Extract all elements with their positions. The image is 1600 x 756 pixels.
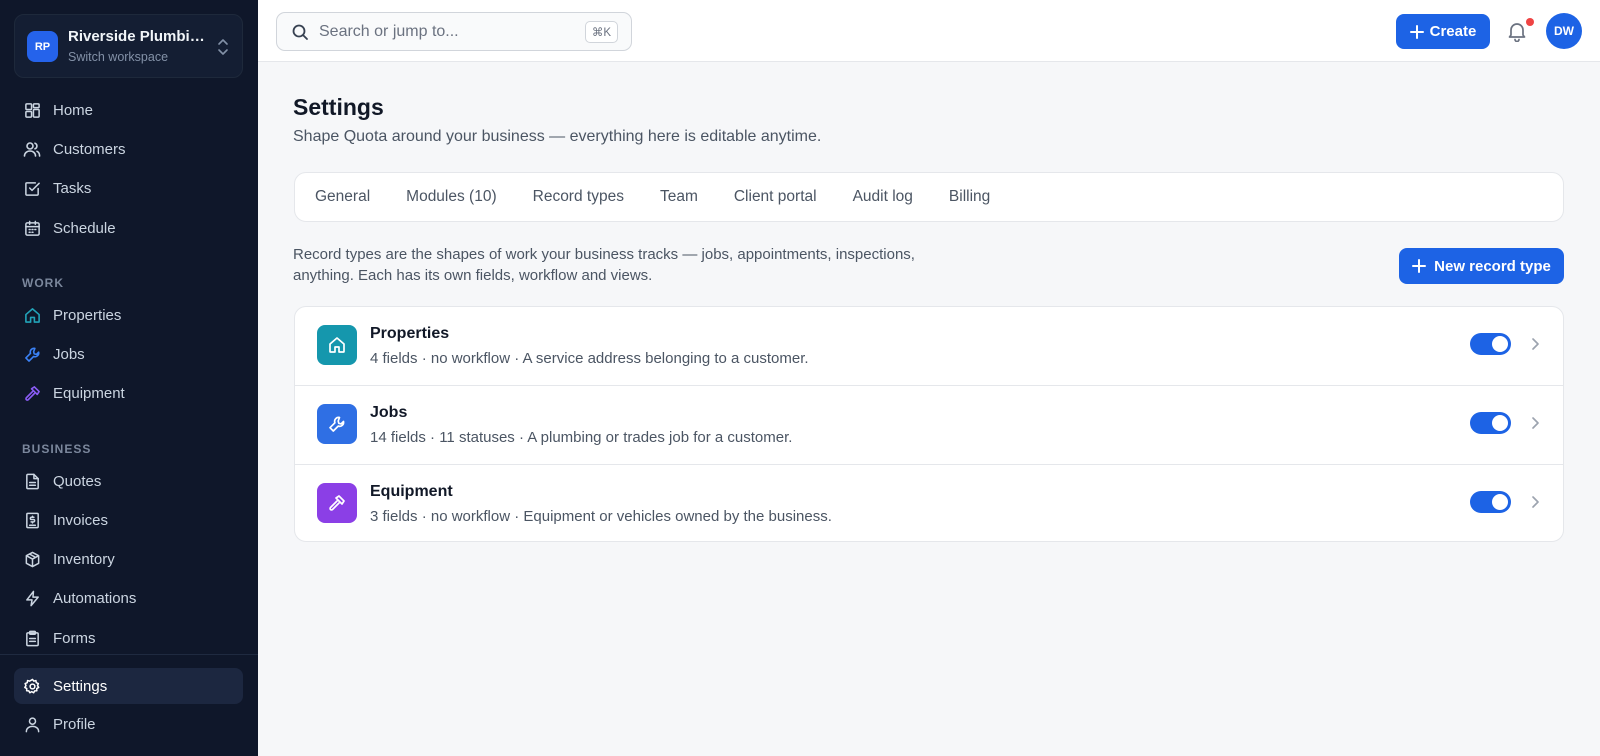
hammer-icon — [317, 483, 357, 523]
record-type-row-properties[interactable]: Properties 4 fields · no workflow · A se… — [295, 307, 1563, 385]
sidebar-item-automations[interactable]: Automations — [14, 580, 243, 616]
record-type-toggle[interactable] — [1470, 412, 1511, 434]
bell-icon[interactable] — [1506, 20, 1528, 42]
workspace-subtitle: Switch workspace — [68, 50, 169, 64]
chevron-right-icon[interactable] — [1528, 337, 1542, 351]
lightning-icon — [23, 589, 41, 607]
tab-billing[interactable]: Billing — [949, 188, 990, 206]
chevron-right-icon[interactable] — [1528, 416, 1542, 430]
sidebar-item-invoices[interactable]: Invoices — [14, 502, 243, 538]
gear-icon — [23, 677, 41, 695]
plus-icon — [1412, 259, 1427, 273]
sidebar-item-profile[interactable]: Profile — [14, 706, 243, 742]
settings-tabs: General Modules (10) Record types Team C… — [294, 172, 1564, 222]
toggle-knob — [1492, 415, 1508, 431]
avatar[interactable]: DW — [1546, 13, 1582, 49]
sidebar-item-label: Profile — [53, 715, 96, 733]
clipboard-icon — [23, 629, 41, 647]
record-type-description: 4 fields · no workflow · A service addre… — [370, 350, 809, 367]
invoice-icon — [23, 511, 41, 529]
sidebar-item-schedule[interactable]: Schedule — [14, 210, 243, 246]
chevron-up-down-icon — [218, 39, 228, 55]
sidebar-item-label: Schedule — [53, 219, 116, 237]
document-icon — [23, 472, 41, 490]
sidebar-item-label: Jobs — [53, 345, 85, 363]
sidebar-item-label: Tasks — [53, 179, 92, 197]
sidebar-item-label: Automations — [53, 589, 137, 607]
record-type-description: 3 fields · no workflow · Equipment or ve… — [370, 508, 832, 525]
check-square-icon — [23, 179, 41, 197]
search-icon — [292, 24, 308, 40]
toggle-knob — [1492, 336, 1508, 352]
sidebar-item-forms[interactable]: Forms — [14, 620, 243, 656]
workspace-switcher[interactable]: RP Riverside Plumbing Co. Switch workspa… — [14, 14, 243, 78]
page-title: Settings — [293, 94, 384, 120]
record-types-intro: Record types are the shapes of work your… — [293, 246, 915, 284]
tab-audit-log[interactable]: Audit log — [853, 188, 913, 206]
hammer-icon — [23, 384, 41, 402]
create-button-label: Create — [1429, 23, 1477, 40]
record-type-name: Equipment — [370, 483, 453, 500]
record-type-row-jobs[interactable]: Jobs 14 fields · 11 statuses · A plumbin… — [295, 385, 1563, 463]
notification-dot — [1526, 18, 1534, 26]
workspace-badge: RP — [27, 31, 58, 62]
toggle-knob — [1492, 494, 1508, 510]
sidebar-item-properties[interactable]: Properties — [14, 297, 243, 333]
sidebar-item-label: Customers — [53, 140, 126, 158]
sidebar-divider — [0, 654, 258, 655]
top-bar: Search or jump to... ⌘K Create DW — [258, 0, 1600, 62]
sidebar-item-home[interactable]: Home — [14, 92, 243, 128]
sidebar-item-quotes[interactable]: Quotes — [14, 463, 243, 499]
page-subtitle: Shape Quota around your business — every… — [293, 128, 822, 145]
record-type-row-equipment[interactable]: Equipment 3 fields · no workflow · Equip… — [295, 464, 1563, 541]
search-input[interactable]: Search or jump to... ⌘K — [276, 12, 632, 51]
user-icon — [23, 715, 41, 733]
house-icon — [23, 306, 41, 324]
sidebar-item-tasks[interactable]: Tasks — [14, 170, 243, 206]
search-placeholder: Search or jump to... — [319, 22, 459, 40]
keyboard-shortcut-badge: ⌘K — [584, 20, 618, 43]
wrench-icon — [23, 345, 41, 363]
sidebar-item-jobs[interactable]: Jobs — [14, 336, 243, 372]
wrench-icon — [317, 404, 357, 444]
box-icon — [23, 550, 41, 568]
sidebar-section-work: WORK — [22, 276, 64, 290]
sidebar-item-settings[interactable]: Settings — [14, 668, 243, 704]
sidebar-item-label: Invoices — [53, 511, 109, 529]
sidebar-item-label: Quotes — [53, 472, 102, 490]
new-record-type-button[interactable]: New record type — [1399, 248, 1564, 284]
record-type-toggle[interactable] — [1470, 491, 1511, 513]
record-type-toggle[interactable] — [1470, 333, 1511, 355]
record-types-list: Properties 4 fields · no workflow · A se… — [294, 306, 1564, 542]
calendar-icon — [23, 219, 41, 237]
sidebar-section-business: BUSINESS — [22, 442, 92, 456]
create-button[interactable]: Create — [1396, 14, 1490, 49]
tab-client-portal[interactable]: Client portal — [734, 188, 817, 206]
new-record-type-label: New record type — [1434, 257, 1551, 275]
tab-record-types[interactable]: Record types — [533, 188, 624, 206]
users-icon — [23, 140, 41, 158]
sidebar-item-label: Inventory — [53, 550, 115, 568]
tab-modules[interactable]: Modules (10) — [406, 188, 496, 206]
tab-general[interactable]: General — [315, 188, 370, 206]
record-type-description: 14 fields · 11 statuses · A plumbing or … — [370, 429, 793, 446]
tab-team[interactable]: Team — [660, 188, 698, 206]
sidebar-item-label: Forms — [53, 629, 96, 647]
sidebar: RP Riverside Plumbing Co. Switch workspa… — [0, 0, 258, 756]
sidebar-item-inventory[interactable]: Inventory — [14, 541, 243, 577]
record-type-name: Jobs — [370, 404, 408, 421]
sidebar-item-equipment[interactable]: Equipment — [14, 375, 243, 411]
home-grid-icon — [23, 101, 41, 119]
workspace-name: Riverside Plumbing Co. — [68, 28, 208, 45]
sidebar-item-label: Properties — [53, 306, 122, 324]
plus-icon — [1409, 24, 1424, 39]
house-icon — [317, 325, 357, 365]
record-type-name: Properties — [370, 325, 450, 342]
sidebar-item-label: Home — [53, 101, 94, 119]
sidebar-item-customers[interactable]: Customers — [14, 131, 243, 167]
chevron-right-icon[interactable] — [1528, 495, 1542, 509]
sidebar-item-label: Settings — [53, 677, 108, 695]
sidebar-item-label: Equipment — [53, 384, 125, 402]
